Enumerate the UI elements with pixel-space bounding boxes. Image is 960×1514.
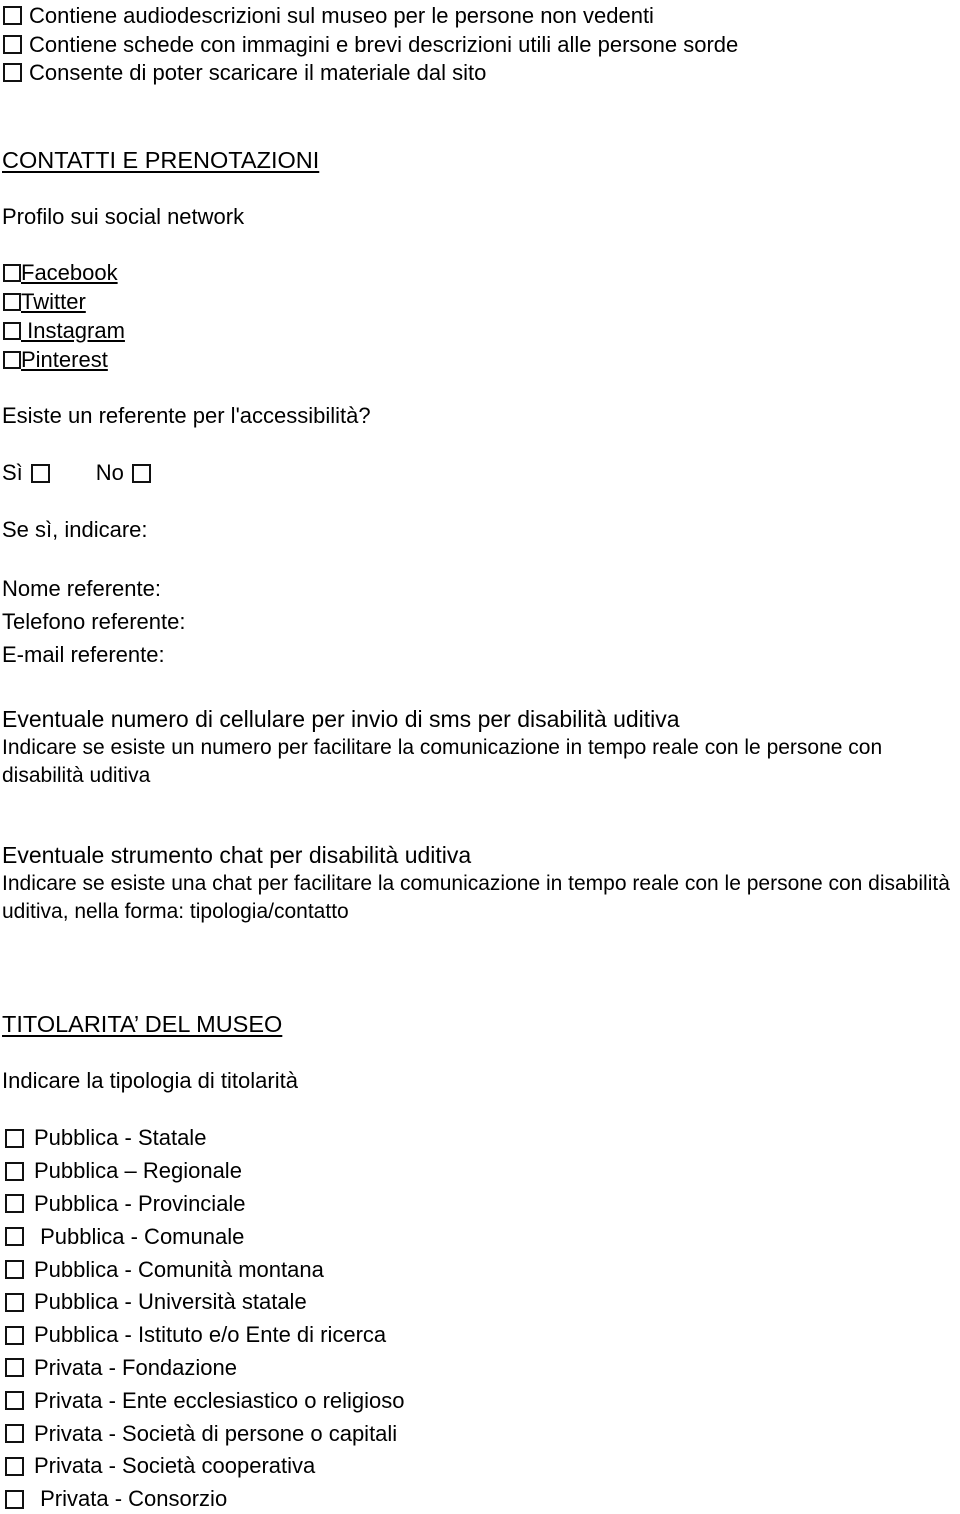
ownership-option-label: Pubblica - Provinciale: [34, 1190, 246, 1216]
ownership-option-label: Pubblica - Comunale: [34, 1223, 245, 1249]
field-label-email-referente: E-mail referente:: [2, 642, 165, 667]
section-heading-titolarita: TITOLARITA’ DEL MUSEO: [2, 1011, 283, 1037]
field-label-telefono-referente: Telefono referente:: [2, 609, 186, 634]
ownership-option-label: Privata - Società cooperativa: [34, 1453, 316, 1479]
referent-question: Esiste un referente per l'accessibilità?: [2, 403, 371, 428]
checkbox-pubblica-universita-statale[interactable]: [5, 1292, 24, 1312]
ownership-option-label: Pubblica - Istituto e/o Ente di ricerca: [34, 1322, 387, 1348]
top-checklist: Contiene audiodescrizioni sul museo per …: [3, 3, 958, 89]
ownership-option-label: Privata - Consorzio: [34, 1486, 228, 1512]
if-yes-label: Se sì, indicare:: [2, 517, 148, 542]
checkbox-yes[interactable]: [30, 463, 50, 483]
chat-block: Eventuale strumento chat per disabilità …: [2, 841, 960, 926]
checkbox-pubblica-comunita-montana[interactable]: [5, 1260, 24, 1280]
link-pinterest[interactable]: Pinterest: [21, 347, 108, 373]
ownership-option-row[interactable]: Privata - Consorzio: [5, 1483, 705, 1514]
ownership-option-row[interactable]: Pubblica - Comunale: [5, 1220, 705, 1253]
checkbox-privata-societa-cooperativa[interactable]: [5, 1456, 24, 1476]
checkbox-label: Contiene schede con immagini e brevi des…: [29, 31, 739, 57]
checkbox-row[interactable]: Consente di poter scaricare il materiale…: [3, 60, 958, 85]
checkbox-pinterest[interactable]: [3, 350, 21, 369]
sms-block-description: Indicare se esiste un numero per facilit…: [2, 736, 888, 787]
checkbox-pubblica-provinciale[interactable]: [5, 1194, 24, 1214]
sms-block: Eventuale numero di cellulare per invio …: [2, 705, 960, 790]
chat-block-lead: Eventuale strumento chat per disabilità …: [2, 842, 472, 868]
ownership-option-row[interactable]: Pubblica - Statale: [5, 1122, 705, 1155]
checkbox-no[interactable]: [131, 463, 151, 483]
checkbox-instagram[interactable]: [3, 321, 21, 340]
ownership-option-row[interactable]: Privata - Società cooperativa: [5, 1450, 705, 1483]
ownership-option-row[interactable]: Privata - Fondazione: [5, 1352, 705, 1385]
checkbox-privata-societa-persone-capitali[interactable]: [5, 1424, 24, 1444]
checkbox-pubblica-statale[interactable]: [5, 1128, 24, 1148]
checkbox-row[interactable]: Contiene audiodescrizioni sul museo per …: [3, 3, 958, 28]
ownership-option-row[interactable]: Pubblica - Istituto e/o Ente di ricerca: [5, 1319, 705, 1352]
ownership-option-row[interactable]: Pubblica - Comunità montana: [5, 1253, 705, 1286]
social-row-instagram[interactable]: Instagram: [3, 316, 125, 345]
section-heading-contatti: CONTATTI E PRENOTAZIONI: [2, 147, 320, 173]
yes-label: Sì: [2, 460, 23, 485]
checkbox-facebook[interactable]: [3, 263, 21, 282]
link-facebook[interactable]: Facebook: [21, 260, 118, 286]
ownership-option-label: Pubblica - Università statale: [34, 1289, 307, 1315]
document-page: Contiene audiodescrizioni sul museo per …: [0, 0, 960, 1514]
social-row-twitter[interactable]: Twitter: [3, 287, 125, 316]
checkbox-pubblica-istituto-ricerca[interactable]: [5, 1325, 24, 1345]
social-row-facebook[interactable]: Facebook: [3, 258, 125, 287]
field-label-nome-referente: Nome referente:: [2, 576, 161, 601]
checkbox-privata-consorzio[interactable]: [5, 1489, 24, 1509]
ownership-option-row[interactable]: Pubblica - Provinciale: [5, 1188, 705, 1221]
ownership-option-label: Pubblica – Regionale: [34, 1158, 242, 1184]
checkbox-privata-fondazione[interactable]: [5, 1358, 24, 1378]
checkbox-scarica-materiale[interactable]: [3, 63, 22, 82]
checkbox-row[interactable]: Contiene schede con immagini e brevi des…: [3, 32, 958, 57]
checkbox-twitter[interactable]: [3, 292, 21, 311]
referent-yes-no-row: Sì No: [2, 460, 151, 486]
ownership-options-list: Pubblica - Statale Pubblica – Regionale …: [5, 1122, 705, 1514]
checkbox-label: Contiene audiodescrizioni sul museo per …: [29, 3, 654, 28]
ownership-option-row[interactable]: Pubblica – Regionale: [5, 1155, 705, 1188]
sms-block-lead: Eventuale numero di cellulare per invio …: [2, 706, 680, 732]
no-label: No: [95, 460, 124, 485]
ownership-option-row[interactable]: Privata - Società di persone o capitali: [5, 1417, 705, 1450]
ownership-option-label: Pubblica - Comunità montana: [34, 1256, 324, 1282]
ownership-option-label: Pubblica - Statale: [34, 1125, 207, 1151]
ownership-option-label: Privata - Fondazione: [34, 1354, 237, 1380]
checkbox-pubblica-regionale[interactable]: [5, 1161, 24, 1181]
ownership-option-row[interactable]: Pubblica - Università statale: [5, 1286, 705, 1319]
checkbox-schede-immagini[interactable]: [3, 34, 22, 54]
ownership-prompt: Indicare la tipologia di titolarità: [2, 1068, 298, 1093]
checkbox-audiodescrizioni[interactable]: [3, 6, 22, 25]
link-twitter[interactable]: Twitter: [21, 289, 86, 315]
checkbox-privata-ente-ecclesiastico[interactable]: [5, 1391, 24, 1411]
social-row-pinterest[interactable]: Pinterest: [3, 345, 125, 374]
link-instagram[interactable]: Instagram: [21, 318, 125, 344]
social-network-prompt: Profilo sui social network: [2, 204, 245, 229]
social-links-list: Facebook Twitter Instagram Pinterest: [3, 258, 125, 374]
ownership-option-label: Privata - Società di persone o capitali: [34, 1420, 398, 1446]
ownership-option-label: Privata - Ente ecclesiastico o religioso: [34, 1387, 405, 1413]
checkbox-pubblica-comunale[interactable]: [5, 1227, 24, 1247]
chat-block-description: Indicare se esiste una chat per facilita…: [2, 872, 956, 923]
checkbox-label: Consente di poter scaricare il materiale…: [29, 60, 487, 85]
ownership-option-row[interactable]: Privata - Ente ecclesiastico o religioso: [5, 1384, 705, 1417]
